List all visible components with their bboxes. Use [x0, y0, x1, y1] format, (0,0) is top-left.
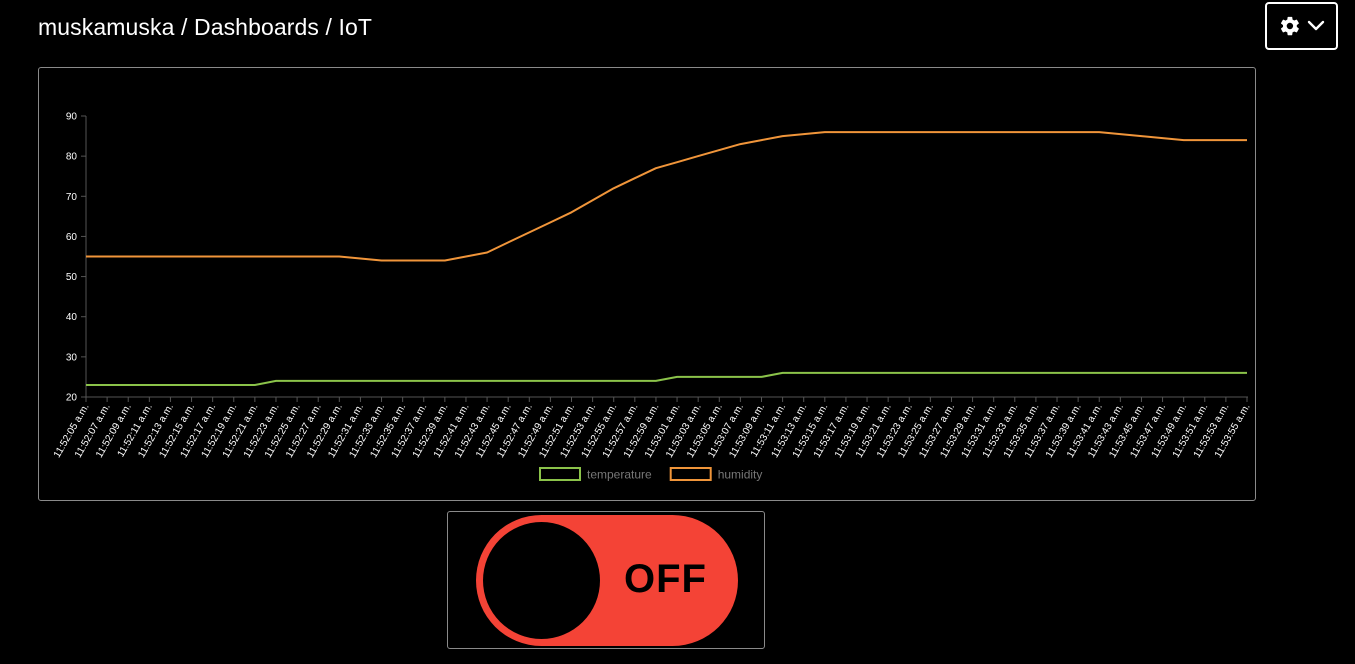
legend-label-temperature: temperature	[587, 468, 652, 482]
breadcrumb-current-page: IoT	[338, 14, 373, 40]
chevron-down-icon	[1307, 20, 1324, 31]
y-tick-label: 90	[66, 112, 78, 123]
breadcrumb-org-link[interactable]: muskamuska	[38, 14, 174, 40]
series-line-humidity	[86, 131, 1247, 262]
y-tick-label: 60	[66, 232, 78, 243]
y-tick-label: 70	[66, 192, 78, 203]
legend-swatch-humidity	[669, 467, 712, 481]
toggle-state-label: OFF	[624, 557, 707, 601]
series-line-temperature	[86, 371, 1247, 386]
power-toggle-switch[interactable]: OFF	[476, 515, 738, 646]
y-tick-label: 40	[66, 312, 78, 323]
gear-icon	[1280, 16, 1299, 36]
y-tick-label: 20	[66, 393, 78, 404]
legend-label-humidity: humidity	[718, 468, 763, 482]
sensor-chart-panel: 20 30 40 50 60 70 80 90 11:52:05 a.m. 11:52:07 a.…	[38, 67, 1256, 501]
y-tick-label: 30	[66, 352, 78, 363]
switch-widget-panel: OFF	[447, 511, 765, 649]
settings-dropdown-button[interactable]	[1265, 2, 1338, 50]
toggle-knob[interactable]	[483, 522, 600, 639]
breadcrumb: muskamuska / Dashboards / IoT	[38, 14, 372, 41]
y-tick-label: 80	[66, 152, 78, 163]
breadcrumb-dashboards-link[interactable]: Dashboards	[194, 14, 319, 40]
y-tick-label: 50	[66, 272, 78, 283]
legend-swatch-temperature	[539, 467, 581, 481]
line-chart: 203040506070809011:52:05 a.m.11:52:07 a.…	[52, 112, 1253, 482]
